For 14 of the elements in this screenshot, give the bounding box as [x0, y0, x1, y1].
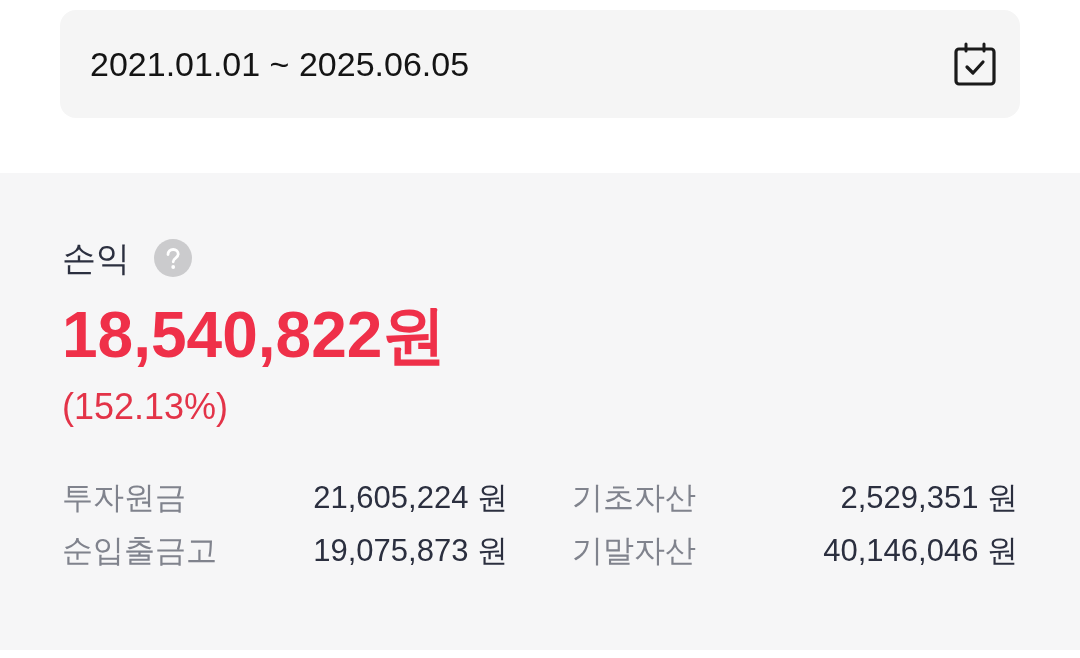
stat-value: 21,605,224 원	[313, 479, 508, 517]
profit-rate: (152.13%)	[62, 385, 229, 429]
stat-label: 기말자산	[572, 532, 696, 570]
stat-label: 순입출금고	[62, 532, 217, 570]
help-icon[interactable]	[154, 239, 192, 277]
profit-amount: 18,540,822원	[62, 300, 447, 370]
stat-value: 2,529,351 원	[840, 479, 1018, 517]
date-range-field[interactable]: 2021.01.01 ~ 2025.06.05	[60, 10, 1020, 118]
stat-value: 19,075,873 원	[313, 532, 508, 570]
stat-label: 기초자산	[572, 479, 696, 517]
calendar-check-icon	[954, 42, 996, 86]
stat-value: 40,146,046 원	[823, 532, 1018, 570]
profit-label: 손익	[62, 238, 130, 278]
stat-label: 투자원금	[62, 479, 186, 517]
